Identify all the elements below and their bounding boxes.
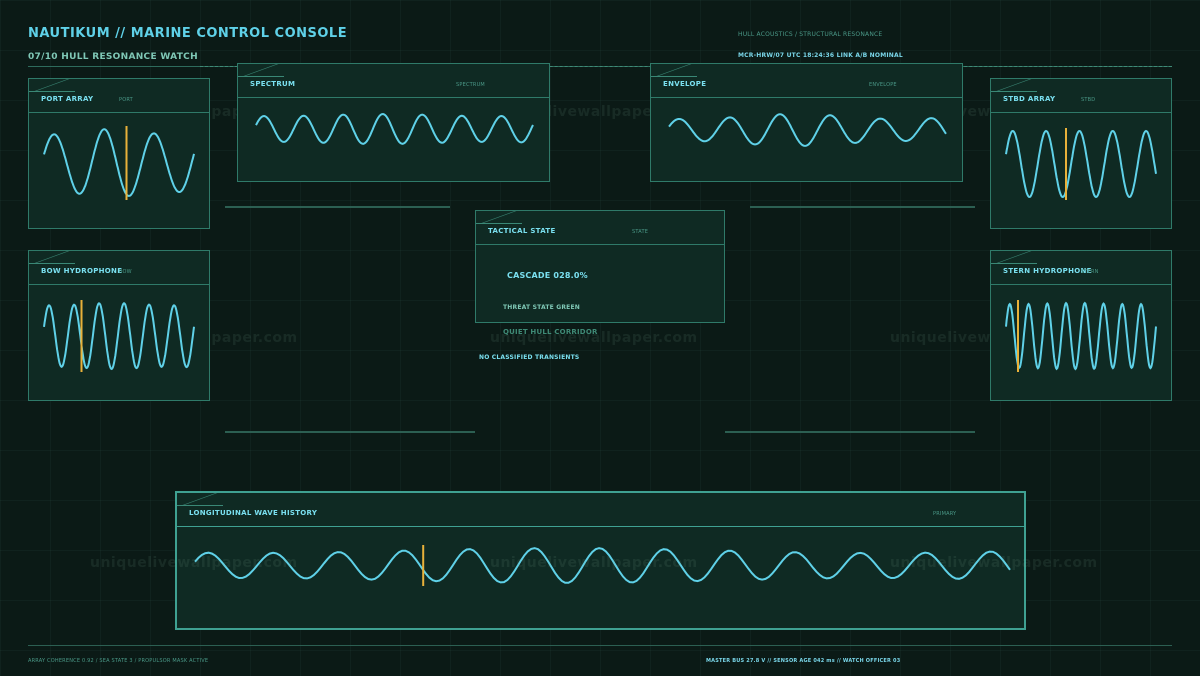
panel-title: TACTICAL STATE	[488, 227, 556, 235]
waveform-trace	[1005, 129, 1157, 199]
panel-envelope[interactable]: ENVELOPE ENVELOPE	[650, 63, 963, 182]
panel-corner-tab	[476, 211, 522, 224]
waveform-trace	[668, 113, 947, 147]
panel-port-array[interactable]: PORT ARRAY PORT	[28, 78, 210, 229]
waveform-plot	[255, 112, 534, 145]
waveform-trace	[43, 128, 195, 197]
threat-state: THREAT STATE GREEN	[503, 304, 580, 311]
waveform-trace	[1005, 301, 1157, 371]
waveform-plot	[668, 113, 947, 147]
panel-wave-history[interactable]: LONGITUDINAL WAVE HISTORY PRIMARY	[175, 491, 1026, 630]
panel-stbd-array[interactable]: STBD ARRAY STBD	[990, 78, 1172, 229]
page-subtitle: 07/10 HULL RESONANCE WATCH	[28, 52, 198, 62]
connector-line	[225, 431, 475, 433]
panel-header-divider	[476, 244, 724, 245]
connector-line	[750, 206, 975, 208]
waveform-plot	[1005, 128, 1157, 200]
footer-divider	[28, 645, 1172, 646]
cascade-readout: CASCADE 028.0%	[507, 271, 588, 280]
waveform-plot	[1005, 300, 1157, 372]
panel-stern-hydrophone[interactable]: STERN HYDROPHONE STERN	[990, 250, 1172, 401]
panel-spectrum[interactable]: SPECTRUM SPECTRUM	[237, 63, 550, 182]
waveform-trace	[43, 301, 195, 371]
connector-line	[725, 431, 975, 433]
header-status-line: MCR-HRW/07 UTC 18:24:36 LINK A/B NOMINAL	[738, 52, 903, 59]
waveform-plot	[194, 545, 1011, 586]
waveform-trace	[194, 547, 1011, 584]
panel-bow-hydrophone[interactable]: BOW HYDROPHONE BOW	[28, 250, 210, 401]
waveform-plot	[43, 126, 195, 200]
header-system-label: HULL ACOUSTICS / STRUCTURAL RESONANCE	[738, 31, 883, 38]
panel-tag: STATE	[632, 229, 649, 235]
corridor-status: QUIET HULL CORRIDOR	[503, 328, 598, 336]
waveform-trace	[255, 112, 534, 145]
footer-status-right: MASTER BUS 27.8 V // SENSOR AGE 042 ms /…	[706, 658, 901, 664]
waveform-plot	[43, 300, 195, 372]
connector-line	[225, 206, 450, 208]
transient-status: NO CLASSIFIED TRANSIENTS	[479, 354, 580, 361]
app-title: NAUTIKUM // MARINE CONTROL CONSOLE	[28, 26, 348, 41]
footer-status-left: ARRAY COHERENCE 0.92 / SEA STATE 3 / PRO…	[28, 658, 209, 664]
